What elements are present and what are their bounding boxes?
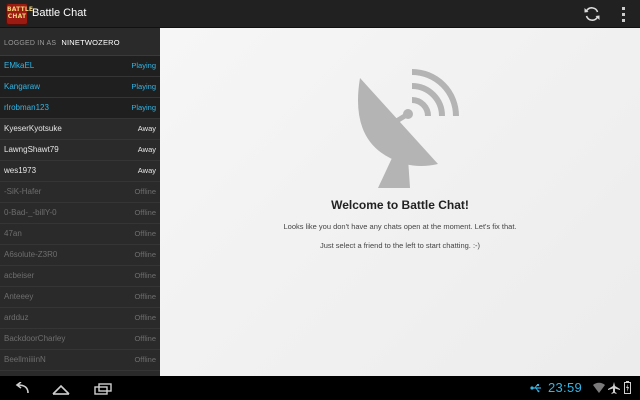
friend-status: Offline — [134, 292, 156, 301]
friend-row[interactable]: 47an Offline — [0, 224, 160, 245]
status-clock: 23:59 — [548, 380, 583, 395]
friend-row[interactable]: 0-Bad-_-billY-0 Offline — [0, 203, 160, 224]
logged-in-label: LOGGED IN AS — [4, 40, 57, 47]
welcome-title: Welcome to Battle Chat! — [331, 198, 469, 212]
recent-apps-icon — [94, 383, 112, 395]
back-icon — [15, 381, 29, 394]
app-logo-icon[interactable]: BATTLE CHAT — [6, 3, 33, 25]
friend-name: Kangaraw — [4, 82, 41, 91]
friend-name: BackdoorCharley — [4, 334, 66, 343]
friend-status: Offline — [134, 187, 156, 196]
friend-name: EMkaEL — [4, 61, 35, 70]
friend-row[interactable]: BackdoorCharley Offline — [0, 329, 160, 350]
friends-sidebar: LOGGED IN AS NINETWOZERO EMkaEL Playing … — [0, 28, 160, 376]
friend-row[interactable]: -SiK-Hafer Offline — [0, 182, 160, 203]
friend-name: LawngShawt79 — [4, 145, 59, 154]
friend-name: -SiK-Hafer — [4, 187, 42, 196]
overflow-menu-button[interactable] — [616, 5, 632, 23]
friend-row[interactable]: ardduz Offline — [0, 308, 160, 329]
app-logo-text-bottom: CHAT — [7, 13, 27, 20]
friend-row[interactable]: EMkaEL Playing — [0, 56, 160, 77]
friend-status: Playing — [131, 61, 156, 70]
friend-status: Offline — [134, 271, 156, 280]
friend-status: Away — [137, 124, 156, 133]
friend-status: Playing — [131, 103, 156, 112]
overflow-dot-icon — [622, 13, 625, 16]
friend-row[interactable]: A6solute-Z3R0 Offline — [0, 245, 160, 266]
friend-status: Away — [137, 166, 156, 175]
friend-row[interactable]: BeellmiiiinN Offline — [0, 350, 160, 371]
friend-row[interactable]: acbeiser Offline — [0, 266, 160, 287]
airplane-mode-icon — [608, 382, 620, 394]
recent-apps-button[interactable] — [92, 381, 114, 395]
friend-name: Anteeey — [4, 292, 34, 301]
satellite-dish-icon — [358, 69, 459, 188]
chat-main-panel: Welcome to Battle Chat! Looks like you d… — [160, 28, 640, 376]
friend-status: Offline — [134, 334, 156, 343]
friend-name: rlrobman123 — [4, 103, 49, 112]
friend-status: Offline — [134, 229, 156, 238]
app-title: Battle Chat — [32, 7, 87, 19]
friend-row[interactable]: rlrobman123 Playing — [0, 98, 160, 119]
friend-status: Offline — [134, 250, 156, 259]
logged-in-header: LOGGED IN AS NINETWOZERO — [0, 28, 160, 56]
welcome-message: Looks like you don't have any chats open… — [283, 222, 517, 231]
home-button[interactable] — [50, 381, 72, 395]
system-bar: 23:59 — [0, 376, 640, 400]
overflow-dot-icon — [622, 7, 625, 10]
friend-name: A6solute-Z3R0 — [4, 250, 58, 259]
refresh-icon — [584, 7, 600, 21]
friend-name: 47an — [4, 229, 22, 238]
friend-name: BeellmiiiinN — [4, 355, 46, 364]
friend-status: Offline — [134, 313, 156, 322]
friend-name: acbeiser — [4, 271, 35, 280]
friend-row[interactable]: Kangaraw Playing — [0, 77, 160, 98]
friend-status: Playing — [131, 82, 156, 91]
usb-icon — [530, 384, 541, 393]
friend-row[interactable]: wes1973 Away — [0, 161, 160, 182]
friend-row[interactable]: Anteeey Offline — [0, 287, 160, 308]
welcome-instruction: Just select a friend to the left to star… — [319, 241, 481, 250]
friend-row[interactable]: KyeserKyotsuke Away — [0, 119, 160, 140]
friend-name: wes1973 — [4, 166, 37, 175]
friend-name: ardduz — [4, 313, 29, 322]
overflow-dot-icon — [622, 19, 625, 22]
wifi-icon — [593, 382, 605, 393]
friend-name: 0-Bad-_-billY-0 — [4, 208, 57, 217]
friend-row[interactable]: LawngShawt79 Away — [0, 140, 160, 161]
back-button[interactable] — [10, 381, 32, 395]
home-icon — [52, 384, 70, 395]
logged-in-username: NINETWOZERO — [61, 38, 120, 47]
friend-status: Offline — [134, 355, 156, 364]
friend-name: KyeserKyotsuke — [4, 124, 62, 133]
battery-icon — [624, 381, 631, 394]
friend-status: Offline — [134, 208, 156, 217]
action-bar: BATTLE CHAT Battle Chat — [0, 0, 640, 28]
friend-status: Away — [137, 145, 156, 154]
refresh-button[interactable] — [582, 4, 602, 24]
